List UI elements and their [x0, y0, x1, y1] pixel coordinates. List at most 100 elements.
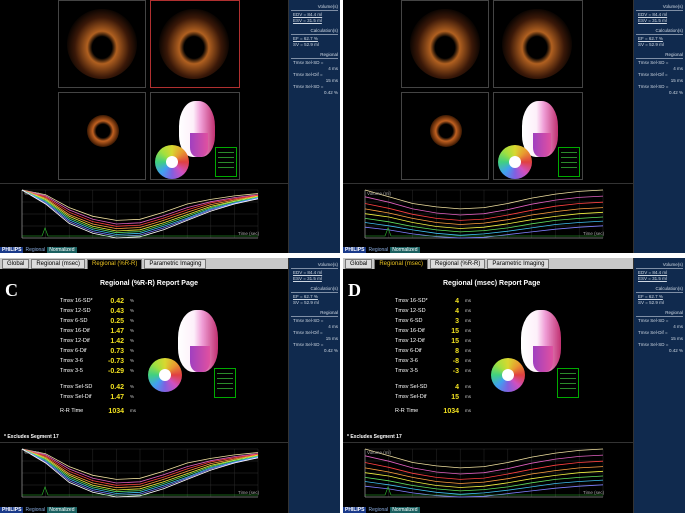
panel-label: D: [348, 280, 361, 300]
metric-row: Tmsv 16-Dif 1.47%: [60, 328, 180, 337]
metric-row: Tmsv 6-SD 3 ms: [395, 318, 515, 327]
chart-svg: % EDV Time (sec): [21, 448, 260, 498]
vendor-bar: PHILIPS Regional Normalized: [0, 506, 77, 513]
report-tabs: Global Regional (msec) Regional (%R-R) P…: [343, 258, 633, 269]
metric-name: Tmsv 16-Dif: [395, 328, 425, 334]
metric-name: Tmsv 12-SD: [60, 308, 91, 314]
panel-label: C: [5, 280, 18, 300]
metric-row-selected: Tmsv Sel-Dif 1.47%: [60, 394, 180, 403]
panel-a: A Volume(s) EDV = 84.4 ml ESV = 31.5 ml …: [0, 0, 340, 253]
metric-row-selected: Tmsv Sel-Dif 15 ms: [395, 394, 515, 403]
metric-value: 15: [451, 394, 459, 401]
metric-value: -0.73: [108, 358, 124, 365]
metric-unit: ms: [465, 384, 471, 389]
metric-value: 1.42: [110, 338, 124, 345]
measurements-sidebar: Volume(s) EDV = 84.4 ml ESV = 31.5 ml Ca…: [633, 0, 685, 253]
metric-value: 0.42: [110, 298, 124, 305]
panel-b: B Volume(s) EDV = 84.4 ml ESV = 31.5 ml …: [343, 0, 685, 253]
lv-3d-model: [522, 101, 558, 157]
x-axis-label: Time (sec): [583, 490, 605, 495]
metric-name: Tmsv Sel-Dif: [395, 394, 427, 400]
metric-unit: %: [130, 338, 135, 343]
exclude-note: * Excludes Segment 17: [347, 434, 402, 440]
metric-row: Tmsv 12-SD 0.43%: [60, 308, 180, 317]
tab-regional-rr[interactable]: Regional (%R-R): [430, 259, 486, 269]
metric-row: Tmsv 6-Dif 8 ms: [395, 348, 515, 357]
volume-curve-chart: % EDV Time (sec): [0, 442, 288, 504]
echo-view-apical-4ch[interactable]: [58, 0, 146, 88]
metric-unit: %: [130, 368, 135, 373]
segment-legend: [557, 368, 579, 398]
bullseye-map: [148, 358, 182, 392]
panel-c: Global Regional (msec) Regional (%R-R) P…: [0, 258, 340, 513]
echo-view-short-axis[interactable]: [58, 92, 146, 180]
metric-unit: ms: [465, 368, 471, 373]
metric-name: Tmsv 6-Dif: [60, 348, 87, 354]
metric-name: R-R Time: [395, 408, 419, 414]
panel-d: Global Regional (msec) Regional (%R-R) P…: [343, 258, 685, 513]
metric-unit: ms: [465, 328, 471, 333]
volume-curve-chart: Volume (ml) Time (sec): [343, 442, 633, 504]
metric-value: 15: [451, 338, 459, 345]
x-axis-label: Time (sec): [238, 490, 260, 495]
metric-name: Tmsv 3-6: [395, 358, 418, 364]
tab-regional-msec[interactable]: Regional (msec): [374, 259, 429, 269]
echo-view-apical-2ch[interactable]: [493, 0, 583, 88]
metric-value: -8: [452, 358, 459, 365]
metric-unit: %: [130, 384, 135, 389]
3d-model-view[interactable]: [493, 92, 583, 180]
bullseye-map: [155, 145, 189, 179]
y-axis-label: Volume (ml): [367, 191, 392, 196]
metric-value: 3: [455, 318, 459, 325]
segment-legend: [558, 147, 580, 177]
segment-legend: [215, 147, 237, 177]
metric-unit: ms: [465, 408, 471, 413]
metric-value: 1034: [443, 408, 459, 415]
echo-view-short-axis[interactable]: [401, 92, 489, 180]
metric-name: Tmsv 16-SD*: [395, 298, 428, 304]
vendor-bar: PHILIPS Regional Normalized: [0, 246, 77, 253]
panel-label: A: [5, 5, 18, 25]
tab-global[interactable]: Global: [2, 259, 30, 269]
metric-name: Tmsv Sel-SD: [395, 384, 428, 390]
exclude-note: * Excludes Segment 17: [4, 434, 59, 440]
metric-name: Tmsv 16-SD*: [60, 298, 93, 304]
tab-parametric-imaging[interactable]: Parametric Imaging: [144, 259, 207, 269]
x-axis-label: Time (sec): [583, 231, 605, 236]
rr-time-row: R-R Time 1034 ms: [395, 408, 515, 417]
metric-value: 1.47: [110, 328, 124, 335]
segment-legend: [214, 368, 236, 398]
metric-row: Tmsv 16-SD* 4 ms: [395, 298, 515, 307]
tab-regional-msec[interactable]: Regional (msec): [31, 259, 86, 269]
metric-name: Tmsv 3-5: [60, 368, 83, 374]
metric-row: Tmsv 6-SD 0.25%: [60, 318, 180, 327]
tab-parametric-imaging[interactable]: Parametric Imaging: [487, 259, 550, 269]
echo-view-apical-4ch[interactable]: [401, 0, 489, 88]
bullseye-map: [498, 145, 532, 179]
volume-curve-chart: Volume (ml) Time (sec): [343, 183, 633, 245]
3d-model-view[interactable]: [150, 92, 240, 180]
metric-value: 1.47: [110, 394, 124, 401]
x-axis-label: Time (sec): [238, 231, 260, 236]
metric-unit: ms: [465, 358, 471, 363]
report-tabs: Global Regional (msec) Regional (%R-R) P…: [0, 258, 288, 269]
tab-global[interactable]: Global: [345, 259, 373, 269]
metric-value: 15: [451, 328, 459, 335]
measurements-sidebar: Volume(s) EDV = 84.4 ml ESV = 31.5 ml Ca…: [288, 0, 340, 253]
metric-value: 4: [455, 308, 459, 315]
tab-regional-rr[interactable]: Regional (%R-R): [87, 259, 143, 269]
panel-label: B: [348, 5, 361, 25]
metric-unit: %: [130, 348, 135, 353]
metric-unit: %: [130, 358, 135, 363]
volume-curve-chart: % EDV Time (sec): [0, 183, 288, 245]
metric-unit: %: [130, 308, 135, 313]
metric-unit: ms: [465, 308, 471, 313]
metric-unit: ms: [130, 408, 136, 413]
metric-value: -3: [452, 368, 459, 375]
metric-unit: ms: [465, 348, 471, 353]
bullseye-map: [491, 358, 525, 392]
echo-view-apical-2ch[interactable]: [150, 0, 240, 88]
metric-unit: ms: [465, 394, 471, 399]
lv-3d-model: [521, 310, 561, 372]
metric-row: Tmsv 12-Dif 15 ms: [395, 338, 515, 347]
